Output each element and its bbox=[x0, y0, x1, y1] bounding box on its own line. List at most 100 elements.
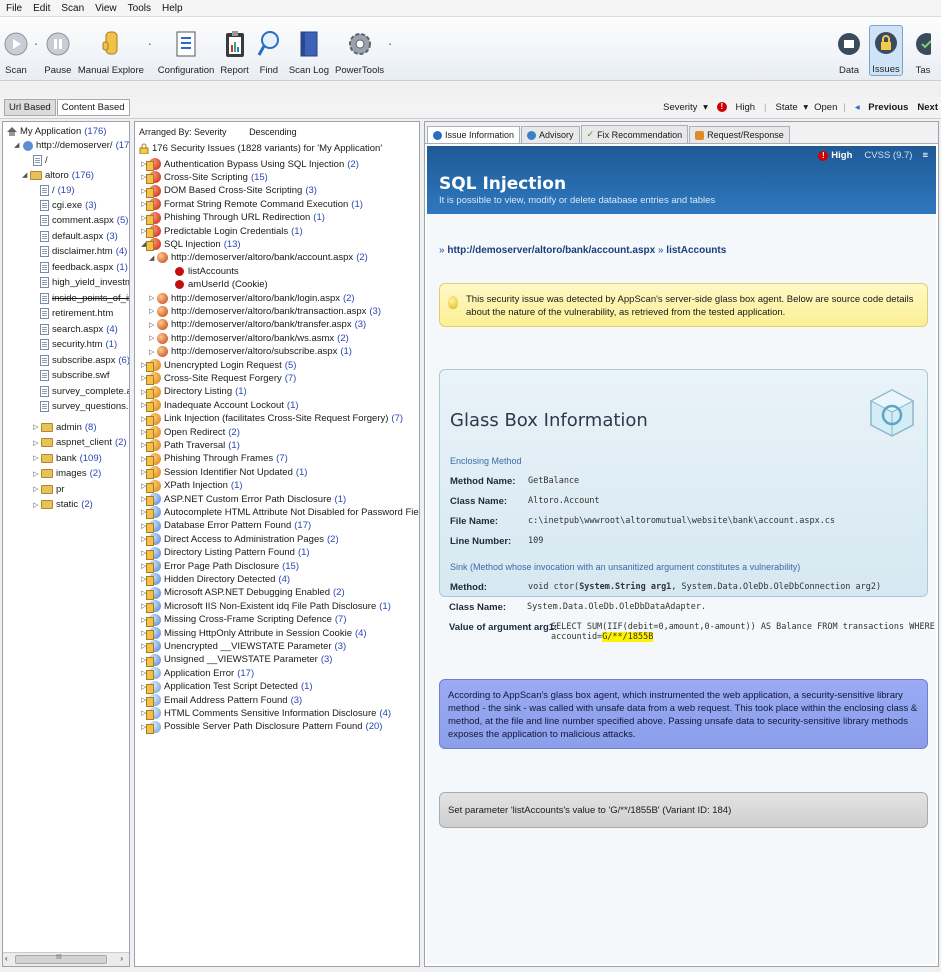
tree-file[interactable]: retirement.htm bbox=[40, 307, 116, 321]
menu-help[interactable]: Help bbox=[162, 3, 183, 14]
tree-altoro-slash[interactable]: / (19) bbox=[40, 183, 75, 197]
issue-url-link[interactable]: http://demoserver/altoro/bank/account.as… bbox=[447, 245, 655, 256]
scrollbar-thumb[interactable]: III bbox=[15, 954, 107, 964]
severity-filter[interactable]: Severity ▾ bbox=[660, 102, 708, 113]
collapse-icon[interactable]: ◢ bbox=[14, 141, 22, 149]
severity-high-filter[interactable]: ! High bbox=[714, 102, 758, 113]
issue-category[interactable]: ▷ Possible Server Path Disclosure Pattern… bbox=[141, 720, 382, 734]
tree-file[interactable]: subscribe.aspx (6) bbox=[40, 353, 129, 367]
collapse-icon[interactable]: ◢ bbox=[22, 171, 30, 179]
menu-file[interactable]: File bbox=[6, 3, 22, 14]
previous-button[interactable]: ◂ Previous bbox=[852, 102, 912, 113]
issue-category[interactable]: ◢ SQL Injection (13) bbox=[141, 237, 241, 252]
issues-view-button[interactable]: Issues bbox=[869, 25, 903, 76]
menu-tools[interactable]: Tools bbox=[128, 3, 151, 14]
tree-file[interactable]: inside_points_of_interest.ht bbox=[40, 291, 129, 305]
issue-url-node[interactable]: ▷ http://demoserver/altoro/bank/transfer.… bbox=[149, 318, 366, 332]
tab-fix-recommendation[interactable]: ✓ Fix Recommendation bbox=[580, 125, 689, 143]
issue-category[interactable]: ▷ Missing Cross-Frame Scripting Defence (7… bbox=[141, 613, 347, 627]
issue-category[interactable]: ▷ Predictable Login Credentials (1) bbox=[141, 224, 303, 238]
tab-request-response[interactable]: Request/Response bbox=[689, 126, 790, 143]
tree-file[interactable]: high_yield_investments.htm bbox=[40, 276, 129, 290]
expand-icon[interactable]: ▷ bbox=[149, 334, 157, 342]
issue-param-link[interactable]: listAccounts bbox=[666, 245, 726, 256]
issue-parameter[interactable]: listAccounts bbox=[175, 264, 239, 278]
expand-icon[interactable]: ▷ bbox=[149, 307, 157, 315]
issue-category[interactable]: ▷ Unencrypted Login Request (5) bbox=[141, 358, 296, 372]
tree-folder-altoro[interactable]: ◢ altoro (176) bbox=[22, 168, 94, 182]
expand-icon[interactable]: ▷ bbox=[33, 470, 41, 478]
manual-explore-button[interactable]: Manual Explore bbox=[78, 27, 144, 76]
issue-category[interactable]: ▷ Hidden Directory Detected (4) bbox=[141, 572, 290, 587]
issue-category[interactable]: ▷ Missing HttpOnly Attribute in Session C… bbox=[141, 626, 367, 640]
tree-file[interactable]: survey_complete.aspx(5) bbox=[40, 384, 129, 398]
tree-file[interactable]: survey_questions.aspx bbox=[40, 400, 129, 414]
tasks-view-button[interactable]: Tas bbox=[909, 27, 937, 76]
issue-category[interactable]: ▷ Error Page Path Disclosure (15) bbox=[141, 559, 299, 573]
issue-category[interactable]: ▷ Direct Access to Administration Pages (2… bbox=[141, 532, 339, 547]
scroll-left-icon[interactable]: ‹ bbox=[5, 954, 8, 963]
issues-list[interactable]: Arranged By: Severity Descending 176 Sec… bbox=[134, 121, 420, 967]
application-tree[interactable]: My Application (176) ◢ http://demoserver/… bbox=[2, 121, 130, 967]
issue-category[interactable]: ▷ Path Traversal (1) bbox=[141, 438, 240, 453]
issue-category[interactable]: ▷ Application Test Script Detected (1) bbox=[141, 680, 313, 694]
tree-file[interactable]: security.htm (1) bbox=[40, 338, 117, 352]
banner-menu-icon[interactable]: ≡ bbox=[922, 150, 928, 161]
issue-category[interactable]: ▷ Microsoft IIS Non-Existent idq File Pat… bbox=[141, 599, 391, 614]
tree-server[interactable]: ◢ http://demoserver/(176) bbox=[14, 138, 129, 152]
issue-category[interactable]: ▷ ASP.NET Custom Error Path Disclosure (1) bbox=[141, 492, 346, 506]
scan-button[interactable]: Scan bbox=[2, 27, 30, 76]
collapse-icon[interactable]: ◢ bbox=[149, 254, 157, 262]
tree-file[interactable]: default.aspx (3) bbox=[40, 229, 118, 243]
issue-url-node[interactable]: ◢ http://demoserver/altoro/bank/account.a… bbox=[149, 251, 368, 265]
tab-issue-information[interactable]: Issue Information bbox=[427, 126, 521, 143]
pause-button[interactable]: Pause bbox=[44, 27, 72, 76]
menu-scan[interactable]: Scan bbox=[61, 3, 84, 14]
tree-file[interactable]: feedback.aspx (1) bbox=[40, 260, 128, 274]
issue-category[interactable]: ▷ Directory Listing Pattern Found (1) bbox=[141, 546, 310, 560]
content-based-tab[interactable]: Content Based bbox=[56, 99, 130, 116]
state-filter[interactable]: State ▾ bbox=[773, 102, 809, 113]
issue-category[interactable]: ▷ HTML Comments Sensitive Information Dis… bbox=[141, 706, 391, 721]
menu-edit[interactable]: Edit bbox=[33, 3, 50, 14]
expand-icon[interactable]: ▷ bbox=[149, 294, 157, 302]
issue-category[interactable]: ▷ Microsoft ASP.NET Debugging Enabled (2) bbox=[141, 586, 345, 600]
issue-category[interactable]: ▷ Format String Remote Command Execution(… bbox=[141, 197, 363, 212]
issue-category[interactable]: ▷ Phishing Through Frames (7) bbox=[141, 452, 288, 466]
tree-folder[interactable]: ▷ admin (8) bbox=[33, 420, 97, 434]
horizontal-scrollbar[interactable]: ‹ III › bbox=[3, 952, 129, 966]
power-tools-button[interactable]: PowerTools bbox=[335, 27, 384, 76]
tree-root[interactable]: My Application (176) bbox=[6, 124, 106, 138]
issue-category[interactable]: ▷ Autocomplete HTML Attribute Not Disable… bbox=[141, 505, 419, 520]
issue-category[interactable]: ▷ Session Identifier Not Updated (1) bbox=[141, 465, 307, 480]
order-dropdown[interactable]: Descending bbox=[249, 127, 297, 137]
tree-folder[interactable]: ▷ pr bbox=[33, 482, 67, 496]
issue-parameter[interactable]: amUserId (Cookie) bbox=[175, 278, 268, 292]
tree-file[interactable]: disclaimer.htm (4) bbox=[40, 245, 127, 259]
tree-file[interactable]: search.aspx (4) bbox=[40, 322, 118, 336]
arranged-by-dropdown[interactable]: Arranged By: Severity bbox=[139, 127, 227, 137]
tree-slash[interactable]: / bbox=[33, 153, 48, 167]
tree-folder[interactable]: ▷ bank (109) bbox=[33, 451, 102, 465]
issue-category[interactable]: ▷ Unencrypted __VIEWSTATE Parameter (3) bbox=[141, 639, 346, 654]
expand-icon[interactable]: ▷ bbox=[149, 321, 157, 329]
issue-category[interactable]: ▷ Cross-Site Scripting (15) bbox=[141, 170, 268, 185]
expand-icon[interactable]: ▷ bbox=[33, 423, 41, 431]
tab-advisory[interactable]: Advisory bbox=[521, 126, 580, 143]
tree-folder[interactable]: ▷ images (2) bbox=[33, 467, 101, 481]
expand-icon[interactable]: ▷ bbox=[33, 485, 41, 493]
tree-file[interactable]: comment.aspx (5) bbox=[40, 214, 128, 228]
issue-category[interactable]: ▷ Open Redirect (2) bbox=[141, 425, 240, 439]
scan-dropdown-icon[interactable]: . bbox=[34, 32, 38, 62]
issue-category[interactable]: ▷ Database Error Pattern Found (17) bbox=[141, 519, 311, 533]
expand-icon[interactable]: ▷ bbox=[149, 348, 157, 356]
tree-file[interactable]: subscribe.swf bbox=[40, 369, 113, 383]
issue-category[interactable]: ▷ Phishing Through URL Redirection (1) bbox=[141, 211, 325, 225]
tree-file[interactable]: cgi.exe (3) bbox=[40, 198, 97, 212]
next-button[interactable]: Next bbox=[917, 102, 938, 113]
issue-url-node[interactable]: ▷ http://demoserver/altoro/bank/transacti… bbox=[149, 304, 381, 318]
tree-folder[interactable]: ▷ static (2) bbox=[33, 498, 93, 512]
issue-category[interactable]: ▷ XPath Injection (1) bbox=[141, 479, 243, 493]
report-button[interactable]: Report bbox=[220, 27, 249, 76]
find-button[interactable]: Find bbox=[255, 27, 283, 76]
